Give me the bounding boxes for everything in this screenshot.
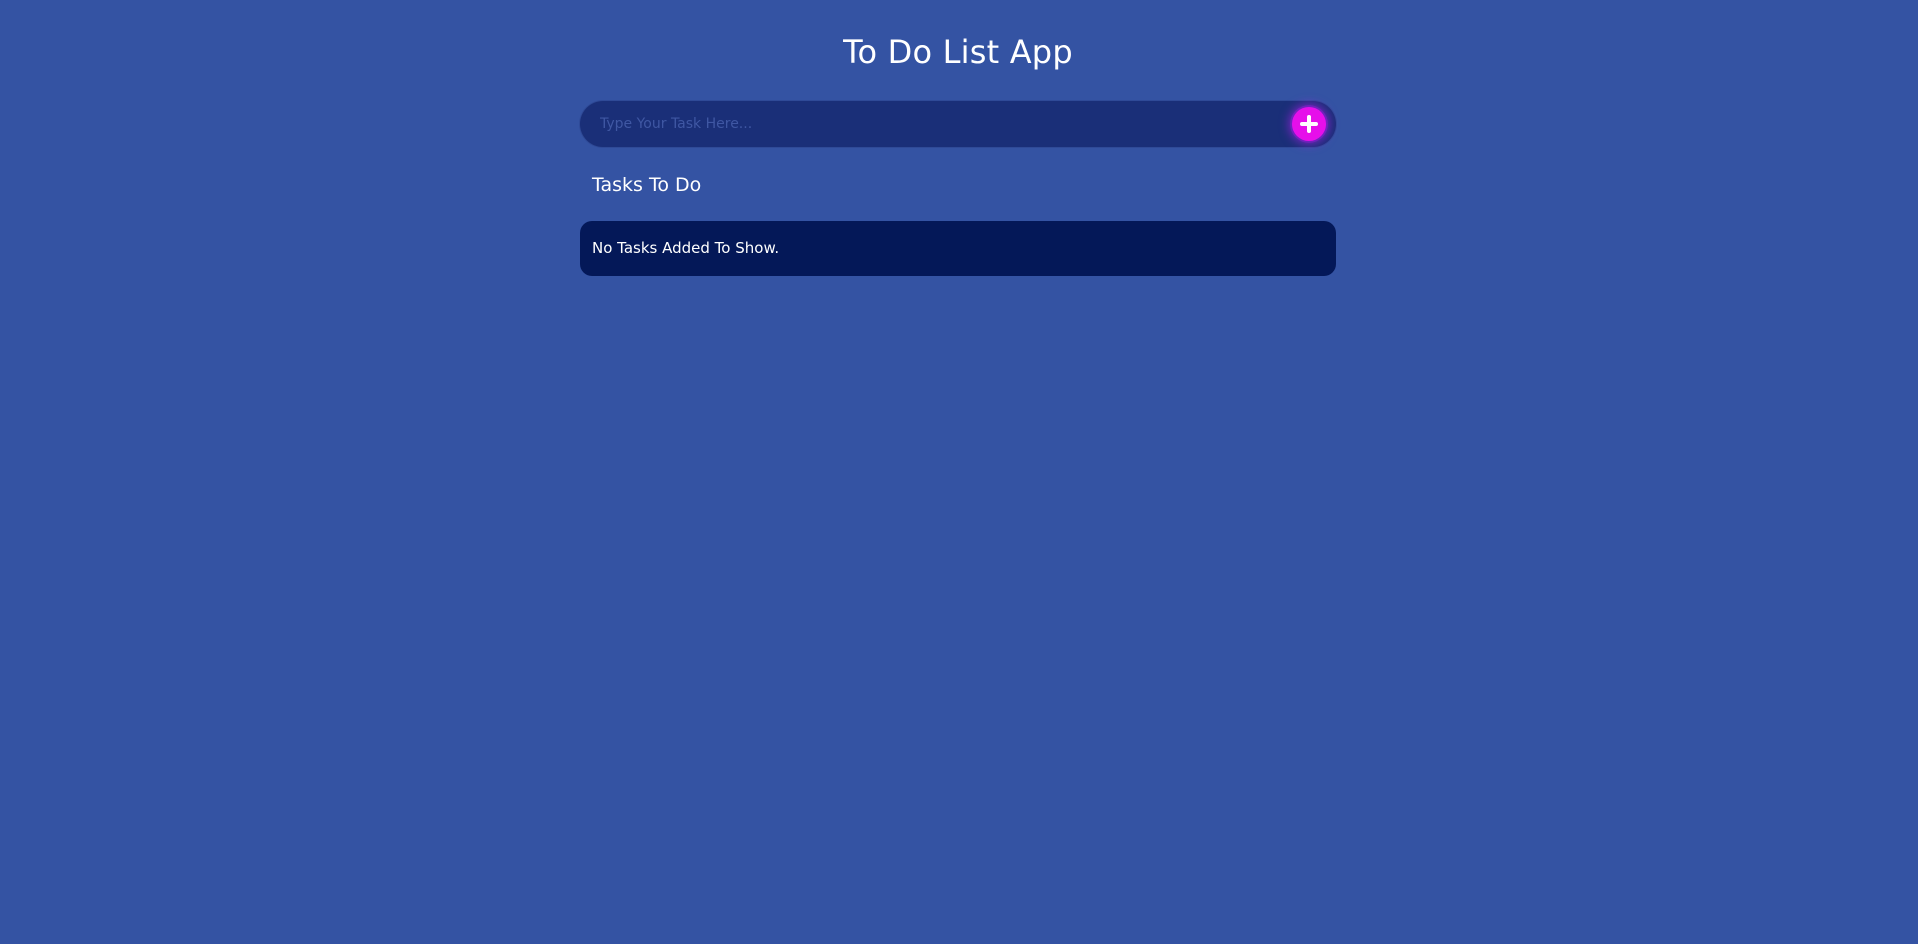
task-input-bar (580, 101, 1336, 147)
page-title: To Do List App (843, 33, 1073, 71)
empty-state-message: No Tasks Added To Show. (592, 239, 780, 257)
tasks-heading: Tasks To Do (592, 174, 702, 196)
add-task-button[interactable] (1292, 107, 1326, 141)
tasks-list: No Tasks Added To Show. (580, 221, 1336, 276)
plus-icon (1292, 107, 1326, 141)
task-input[interactable] (600, 101, 1240, 147)
